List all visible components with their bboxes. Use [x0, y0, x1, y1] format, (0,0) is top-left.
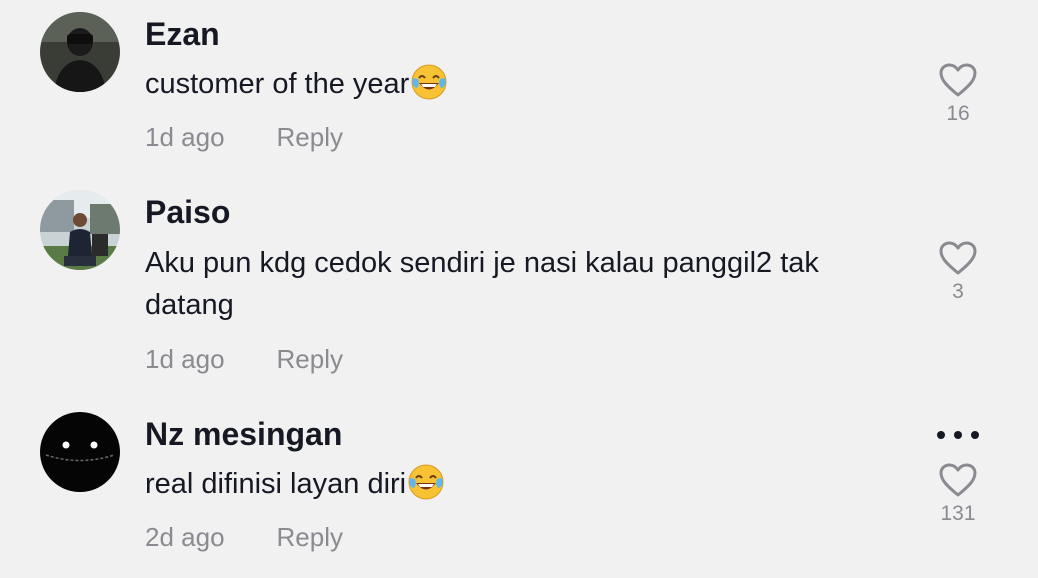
comment-meta: 2d ago Reply [145, 522, 343, 553]
comment-item: Nz mesingan real difinisi layan diri 2d … [0, 0, 1038, 578]
like-button[interactable]: 131 [933, 462, 983, 526]
more-horizontal-icon [937, 431, 979, 439]
avatar[interactable] [40, 412, 120, 492]
tears-of-joy-emoji [408, 464, 444, 500]
more-options-button[interactable] [934, 425, 982, 445]
comment-text-content: real difinisi layan diri [145, 468, 407, 500]
heart-outline-icon [939, 463, 977, 497]
reply-button[interactable]: Reply [277, 522, 343, 552]
comment-username[interactable]: Nz mesingan [145, 416, 342, 453]
comment-timestamp: 2d ago [145, 522, 225, 552]
comment-text: real difinisi layan diri [145, 463, 905, 505]
like-count: 131 [940, 502, 976, 525]
